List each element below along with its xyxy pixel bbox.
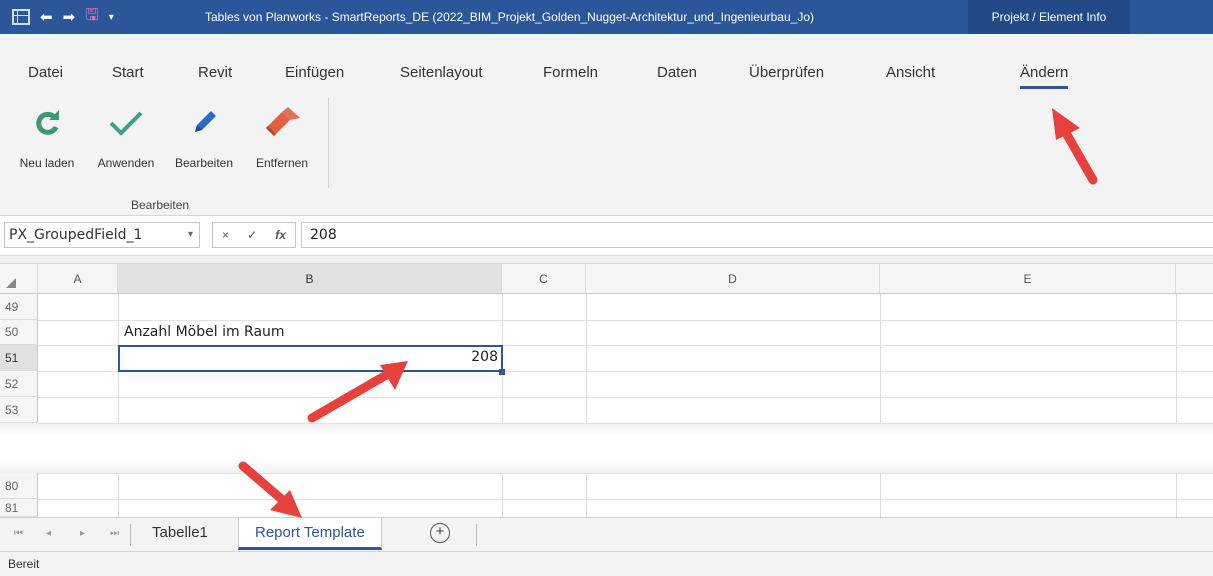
cell-b50[interactable]: Anzahl Möbel im Raum <box>124 324 285 340</box>
name-box[interactable]: PX_GroupedField_1 ▾ <box>4 222 200 248</box>
save-icon[interactable]: 🖫 <box>85 7 99 27</box>
reload-button[interactable]: Neu laden <box>12 102 82 170</box>
ribbon-group-divider <box>328 98 329 188</box>
row-header-52[interactable]: 52 <box>0 371 38 397</box>
row-header-49[interactable]: 49 <box>0 294 38 320</box>
ribbon-group-label: Bearbeiten <box>131 198 190 212</box>
formula-bar: PX_GroupedField_1 ▾ × ✓ fx 208 <box>0 216 1213 256</box>
menu-bar: Datei Start Revit Einfügen Seitenlayout … <box>0 34 1213 94</box>
gridline <box>880 473 881 517</box>
menu-ueberpruefen[interactable]: Überprüfen <box>749 64 824 81</box>
apply-label: Anwenden <box>97 156 155 170</box>
menu-revit[interactable]: Revit <box>198 64 232 81</box>
spreadsheet-icon <box>12 9 30 25</box>
gridline <box>38 499 1213 500</box>
menu-seitenlayout[interactable]: Seitenlayout <box>400 64 483 81</box>
menu-aendern[interactable]: Ändern <box>1020 64 1069 89</box>
ribbon: Neu laden Anwenden Bearbeiten Entfernen <box>0 94 1213 216</box>
window-title: Tables von Planworks - SmartReports_DE (… <box>205 10 814 24</box>
pencil-icon <box>195 111 216 132</box>
redo-icon[interactable]: ➡ <box>63 7 76 27</box>
next-sheet-icon[interactable]: ▸ <box>80 528 85 539</box>
first-sheet-icon[interactable]: ⏮ <box>14 528 23 539</box>
spreadsheet-grid[interactable]: A B C D E 49 50 51 52 53 80 81 Anzahl Mö… <box>0 264 1213 517</box>
split-gap <box>0 423 1213 473</box>
edit-button[interactable]: Bearbeiten <box>168 102 240 170</box>
active-cell-border <box>118 345 503 372</box>
edit-label: Bearbeiten <box>174 156 234 170</box>
gridline <box>38 320 1213 321</box>
fill-handle[interactable] <box>499 369 505 375</box>
row-header-51[interactable]: 51 <box>0 345 38 371</box>
select-all-corner[interactable] <box>0 264 38 294</box>
tab-divider <box>130 524 131 546</box>
name-box-value: PX_GroupedField_1 <box>9 227 143 243</box>
check-icon <box>109 111 143 136</box>
refresh-icon <box>36 110 59 135</box>
eraser-icon <box>266 107 300 136</box>
gridline <box>1176 473 1177 517</box>
last-sheet-icon[interactable]: ⏭ <box>110 528 119 539</box>
gridline <box>586 473 587 517</box>
formula-input[interactable]: 208 <box>301 222 1213 248</box>
previous-sheet-icon[interactable]: ◂ <box>46 528 51 539</box>
chevron-down-icon[interactable]: ▾ <box>188 223 193 247</box>
tab-divider <box>476 524 477 546</box>
column-header-c[interactable]: C <box>502 264 586 294</box>
function-icon[interactable]: fx <box>275 228 286 242</box>
remove-label: Entfernen <box>255 156 309 170</box>
row-header-53[interactable]: 53 <box>0 397 38 423</box>
column-header-d[interactable]: D <box>586 264 880 294</box>
menu-daten[interactable]: Daten <box>657 64 697 81</box>
status-bar: Bereit <box>0 551 1213 576</box>
reload-label: Neu laden <box>19 156 75 170</box>
cancel-icon[interactable]: × <box>222 228 229 242</box>
gridline <box>38 397 1213 398</box>
confirm-icon[interactable]: ✓ <box>247 228 257 242</box>
remove-button[interactable]: Entfernen <box>246 102 318 170</box>
sheet-tab-bar: ⏮ ◂ ▸ ⏭ Tabelle1 Report Template + <box>0 517 1213 551</box>
menu-formeln[interactable]: Formeln <box>543 64 598 81</box>
tab-tabelle1[interactable]: Tabelle1 <box>136 518 224 550</box>
undo-icon[interactable]: ⬅ <box>40 7 53 27</box>
gridline <box>38 473 1213 474</box>
row-header-81[interactable]: 81 <box>0 499 38 517</box>
row-header-50[interactable]: 50 <box>0 320 38 345</box>
menu-start[interactable]: Start <box>112 64 144 81</box>
column-header-b[interactable]: B <box>118 264 502 294</box>
gridline <box>38 423 1213 424</box>
customize-dropdown-icon[interactable]: ▾ <box>109 7 114 27</box>
grid-toolbar-band <box>0 256 1213 264</box>
corner-triangle-icon <box>6 278 16 288</box>
gridline <box>502 473 503 517</box>
column-header-a[interactable]: A <box>38 264 118 294</box>
menu-datei[interactable]: Datei <box>28 64 63 81</box>
gridline <box>1176 294 1177 423</box>
quick-access-toolbar: ⬅ ➡ 🖫 ▾ <box>0 7 200 27</box>
tab-report-template[interactable]: Report Template <box>238 518 382 550</box>
gridline <box>880 294 881 423</box>
formula-actions: × ✓ fx <box>212 222 296 248</box>
title-bar: ⬅ ➡ 🖫 ▾ Tables von Planworks - SmartRepo… <box>0 0 1213 34</box>
apply-button[interactable]: Anwenden <box>89 102 163 170</box>
project-info-tab[interactable]: Projekt / Element Info <box>968 0 1130 34</box>
column-header-f[interactable] <box>1176 264 1213 294</box>
column-header-e[interactable]: E <box>880 264 1176 294</box>
gridline <box>586 294 587 423</box>
add-sheet-icon[interactable]: + <box>430 523 450 543</box>
gridline <box>118 473 119 517</box>
row-header-80[interactable]: 80 <box>0 473 38 499</box>
menu-ansicht[interactable]: Ansicht <box>886 64 935 81</box>
menu-einfuegen[interactable]: Einfügen <box>285 64 344 81</box>
